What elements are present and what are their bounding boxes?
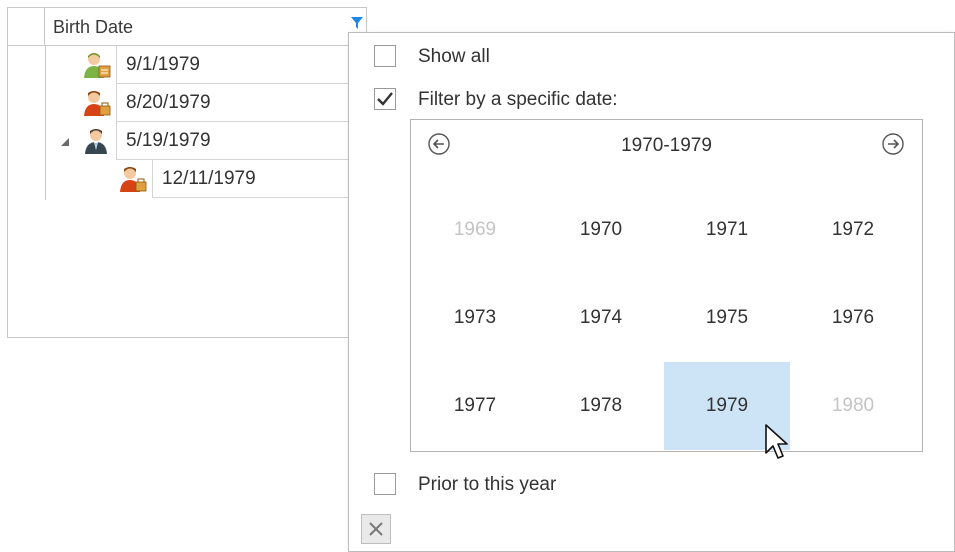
show-all-checkbox[interactable]	[374, 45, 396, 67]
year-cell-1971[interactable]: 1971	[664, 186, 790, 274]
manager-user-icon	[85, 129, 107, 154]
table-row[interactable]: 8/20/1979	[46, 84, 366, 122]
male-user-icon	[120, 167, 147, 192]
birth-date-cell[interactable]: 12/11/1979	[152, 160, 366, 198]
checkmark-icon	[377, 92, 393, 106]
birth-date-cell[interactable]: 8/20/1979	[116, 84, 366, 122]
next-decade-arrow-icon[interactable]	[881, 132, 905, 156]
clear-filter-button[interactable]	[361, 514, 391, 544]
data-grid: Birth Date 9/1/1979 8/20/1979 5/19/1979 …	[7, 7, 367, 338]
birth-date-column-header[interactable]: Birth Date	[53, 17, 133, 38]
year-cell-1974[interactable]: 1974	[538, 274, 664, 362]
male-user-icon	[84, 91, 111, 116]
table-row[interactable]: 9/1/1979	[46, 46, 366, 84]
table-row[interactable]: 12/11/1979	[46, 160, 366, 198]
birth-date-cell[interactable]: 5/19/1979	[116, 122, 366, 160]
close-icon	[369, 522, 383, 536]
year-cell-1975[interactable]: 1975	[664, 274, 790, 362]
prior-to-year-label[interactable]: Prior to this year	[418, 474, 556, 496]
calendar-decade-title[interactable]: 1970-1979	[411, 135, 922, 157]
year-cell-1978[interactable]: 1978	[538, 362, 664, 450]
filter-popup: Show all Filter by a specific date: 1970…	[348, 32, 955, 552]
specific-date-label[interactable]: Filter by a specific date:	[418, 89, 618, 111]
year-cell-1976[interactable]: 1976	[790, 274, 916, 362]
collapse-triangle-icon[interactable]	[60, 137, 70, 147]
specific-date-checkbox[interactable]	[374, 88, 396, 110]
birth-date-cell[interactable]: 9/1/1979	[116, 46, 366, 84]
header-indicator-cell	[8, 8, 45, 45]
year-cell-1973[interactable]: 1973	[412, 274, 538, 362]
mouse-pointer-icon	[765, 424, 788, 459]
prior-to-year-checkbox[interactable]	[374, 473, 396, 495]
year-cell-1970[interactable]: 1970	[538, 186, 664, 274]
show-all-label[interactable]: Show all	[418, 46, 490, 68]
table-row[interactable]: 5/19/1979	[46, 122, 366, 160]
year-cell-1972[interactable]: 1972	[790, 186, 916, 274]
grid-header: Birth Date	[8, 8, 366, 46]
year-cell-1977[interactable]: 1977	[412, 362, 538, 450]
year-calendar: 1970-1979 1969 1970 1971 1972 1973 1974 …	[410, 119, 923, 452]
female-user-icon	[84, 53, 111, 78]
year-cell-1980[interactable]: 1980	[790, 362, 916, 450]
year-cell-1969[interactable]: 1969	[412, 186, 538, 274]
filter-icon[interactable]	[350, 16, 364, 32]
